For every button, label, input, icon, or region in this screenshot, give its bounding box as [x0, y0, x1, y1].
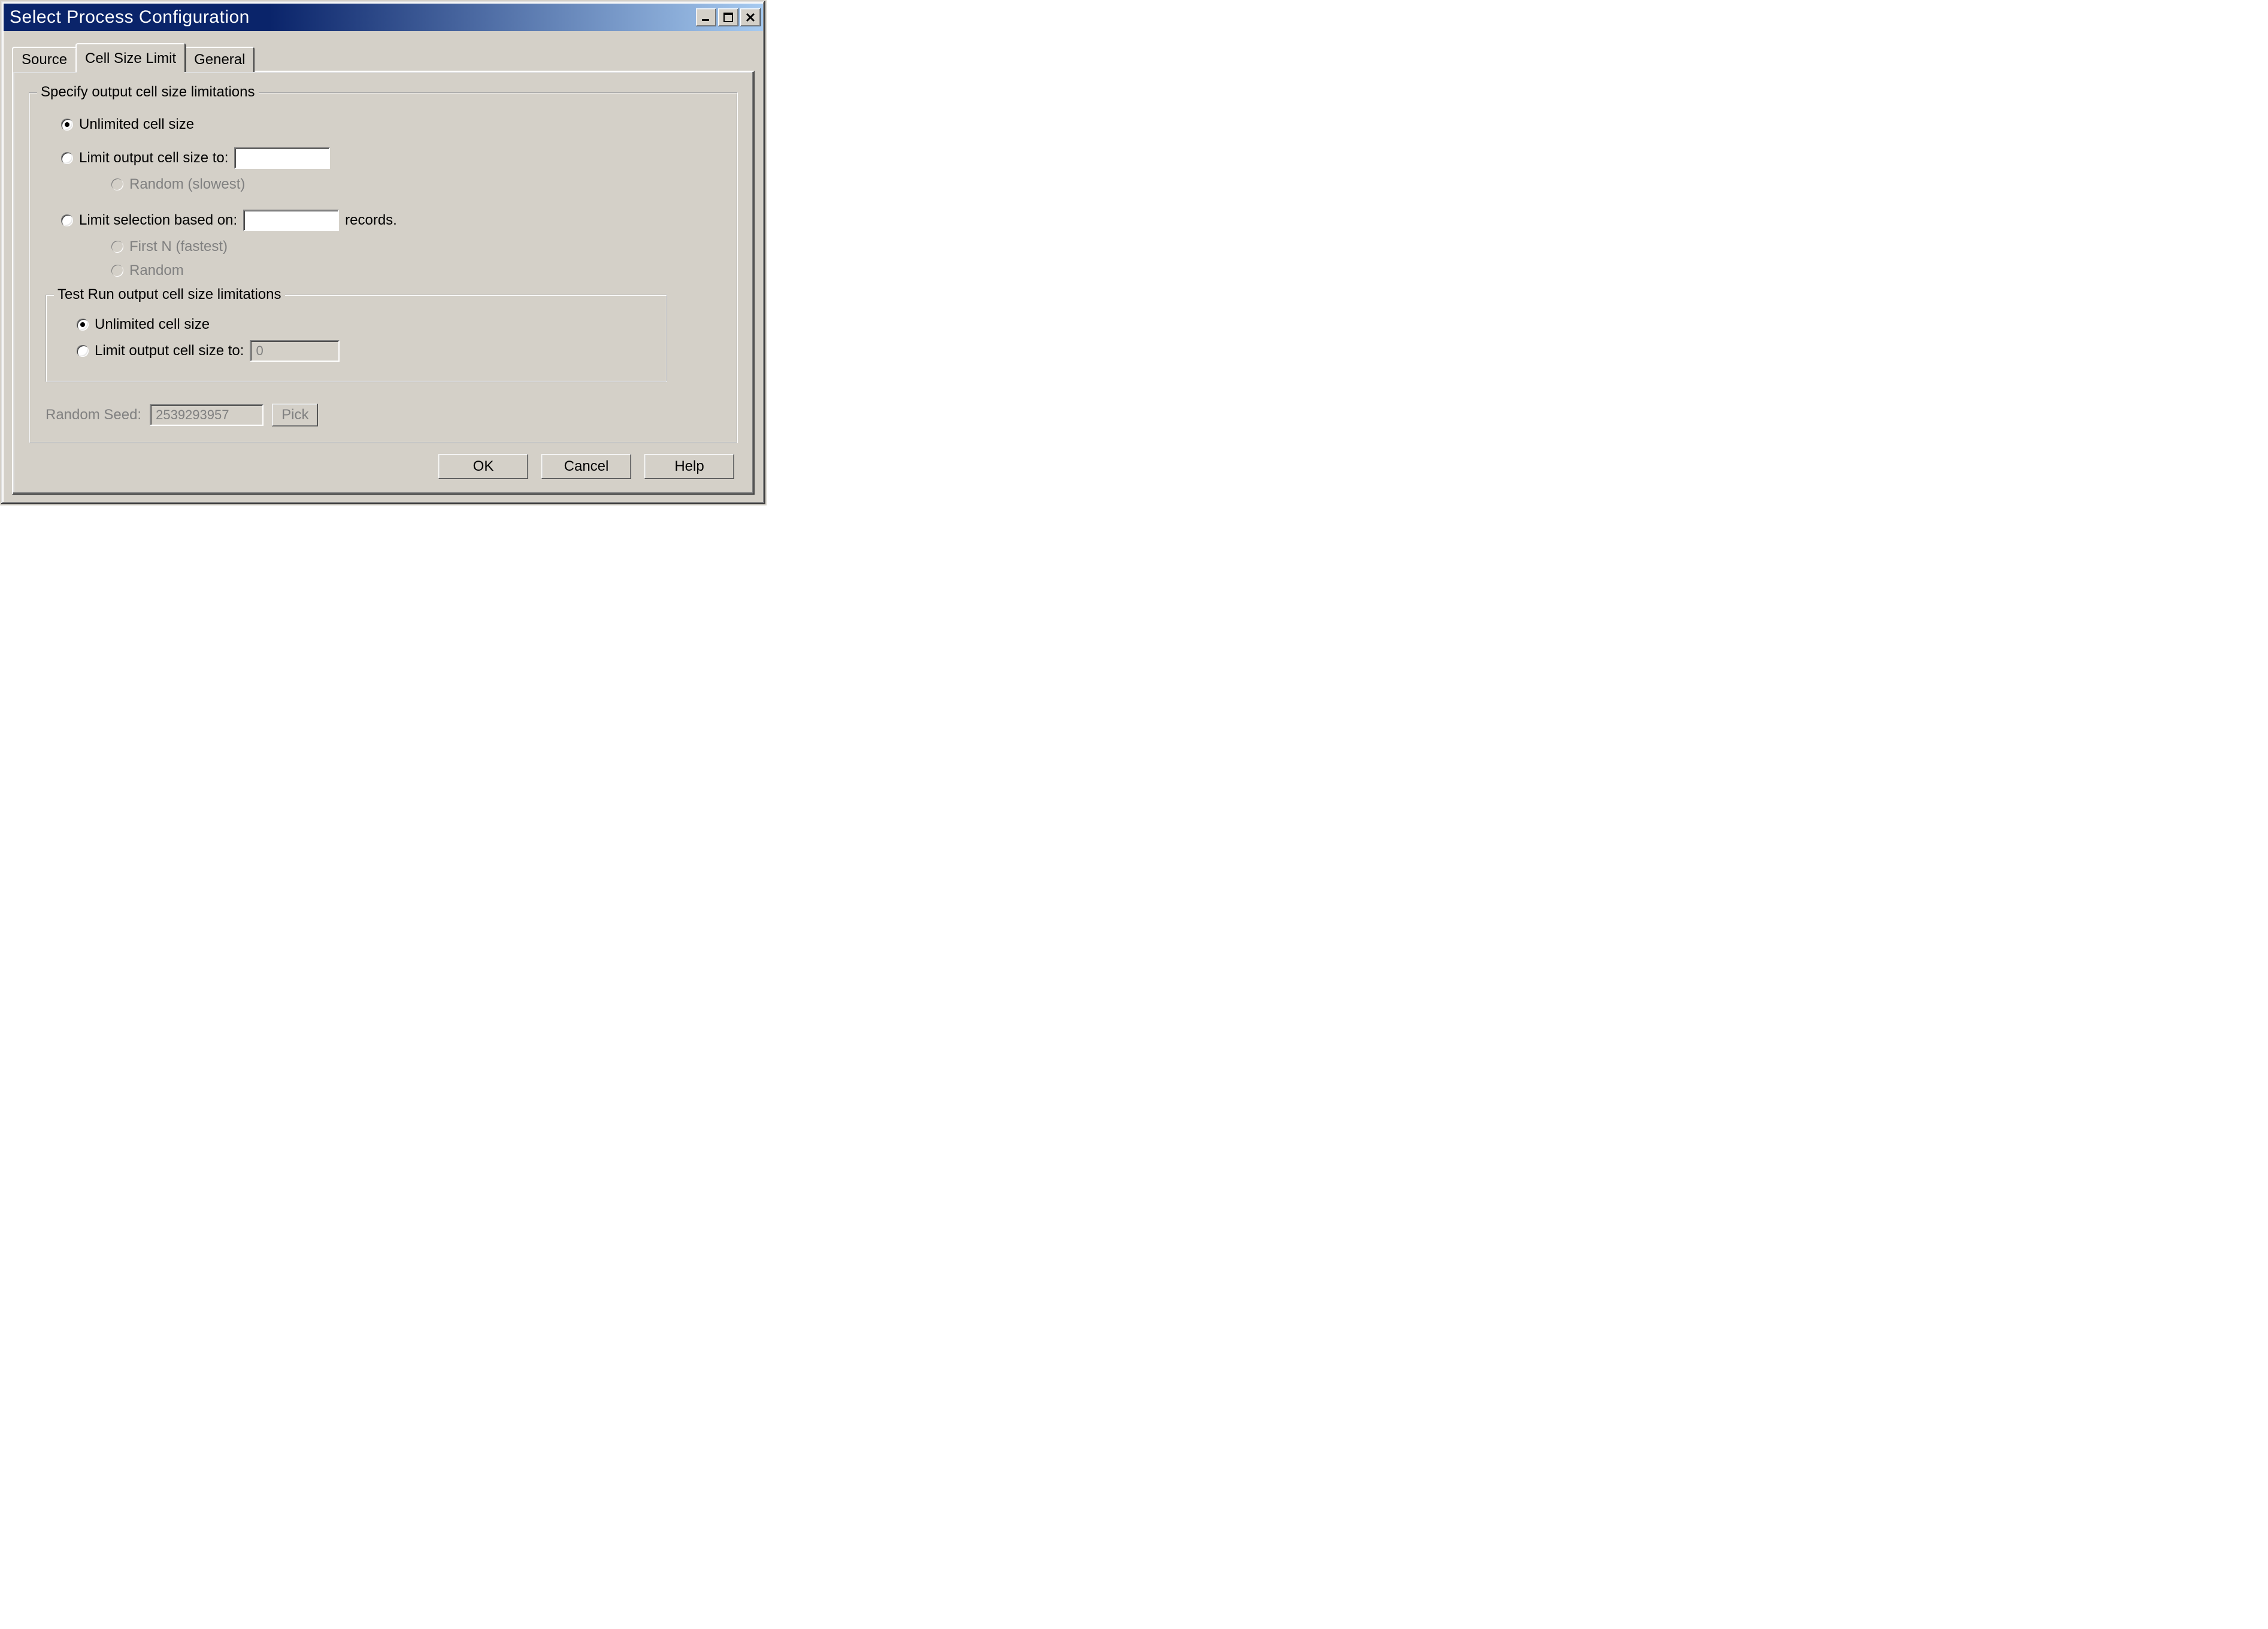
radio-testrun-limit-output-to[interactable]: [77, 345, 89, 357]
maximize-button[interactable]: [718, 8, 738, 26]
tabstrip: Source Cell Size Limit General: [12, 42, 755, 71]
row-sub-first-n: First N (fastest): [111, 238, 721, 255]
input-random-seed: 2539293957: [150, 404, 264, 426]
dialog-footer: OK Cancel Help: [29, 454, 738, 479]
radio-limit-output-cell-size-to[interactable]: [61, 152, 73, 164]
radio-label: Limit selection based on:: [79, 212, 237, 229]
minimize-icon: [701, 12, 711, 23]
titlebar: Select Process Configuration: [4, 4, 763, 31]
tabpanel-cell-size-limit: Specify output cell size limitations Unl…: [12, 71, 755, 495]
radio-label: Unlimited cell size: [95, 316, 210, 333]
help-button[interactable]: Help: [644, 454, 734, 479]
radio-label: First N (fastest): [129, 238, 228, 255]
tab-general[interactable]: General: [184, 47, 255, 72]
tab-cell-size-limit[interactable]: Cell Size Limit: [75, 43, 186, 72]
radio-label: Unlimited cell size: [79, 116, 194, 133]
row-testrun-unlimited: Unlimited cell size: [77, 316, 652, 333]
radio-random-slowest: [111, 178, 123, 190]
row-unlimited: Unlimited cell size: [61, 116, 721, 133]
radio-label: Limit output cell size to:: [79, 150, 228, 166]
ok-button[interactable]: OK: [438, 454, 528, 479]
tab-label: General: [194, 52, 245, 68]
close-icon: [745, 12, 756, 23]
cancel-button[interactable]: Cancel: [541, 454, 631, 479]
tab-label: Cell Size Limit: [85, 50, 176, 66]
tab-label: Source: [22, 52, 67, 68]
client-area: Source Cell Size Limit General Specify o…: [4, 34, 763, 502]
minimize-button[interactable]: [696, 8, 716, 26]
row-limit-output-to: Limit output cell size to:: [61, 147, 721, 169]
group-legend: Specify output cell size limitations: [37, 84, 259, 101]
radio-limit-selection-based-on[interactable]: [61, 214, 73, 226]
pick-button: Pick: [272, 404, 318, 426]
input-limit-selection-records[interactable]: [243, 210, 339, 231]
radio-testrun-unlimited[interactable]: [77, 319, 89, 331]
radio-unlimited-cell-size[interactable]: [61, 119, 73, 131]
radio-label: Random: [129, 262, 184, 279]
input-limit-output-size[interactable]: [234, 147, 330, 169]
row-testrun-limit-to: Limit output cell size to: 0: [77, 340, 652, 362]
maximize-icon: [723, 12, 734, 23]
random-seed-label: Random Seed:: [46, 407, 141, 423]
group-output-limits: Specify output cell size limitations Unl…: [29, 92, 738, 443]
group-test-run-limits: Test Run output cell size limitations Un…: [46, 295, 667, 382]
input-testrun-limit-size: 0: [250, 340, 340, 362]
records-suffix: records.: [345, 212, 397, 229]
radio-label: Limit output cell size to:: [95, 343, 244, 359]
radio-random: [111, 265, 123, 277]
row-random-seed: Random Seed: 2539293957 Pick: [46, 404, 721, 426]
group-legend: Test Run output cell size limitations: [54, 286, 285, 303]
tab-source[interactable]: Source: [12, 47, 77, 72]
close-button[interactable]: [740, 8, 761, 26]
radio-first-n-fastest: [111, 241, 123, 253]
dialog-window: Select Process Configuration Source Cell…: [0, 0, 767, 505]
row-limit-selection-based-on: Limit selection based on: records.: [61, 210, 721, 231]
window-title: Select Process Configuration: [10, 7, 694, 28]
radio-label: Random (slowest): [129, 176, 245, 193]
row-sub-random: Random: [111, 262, 721, 279]
row-sub-random-slowest: Random (slowest): [111, 176, 721, 193]
